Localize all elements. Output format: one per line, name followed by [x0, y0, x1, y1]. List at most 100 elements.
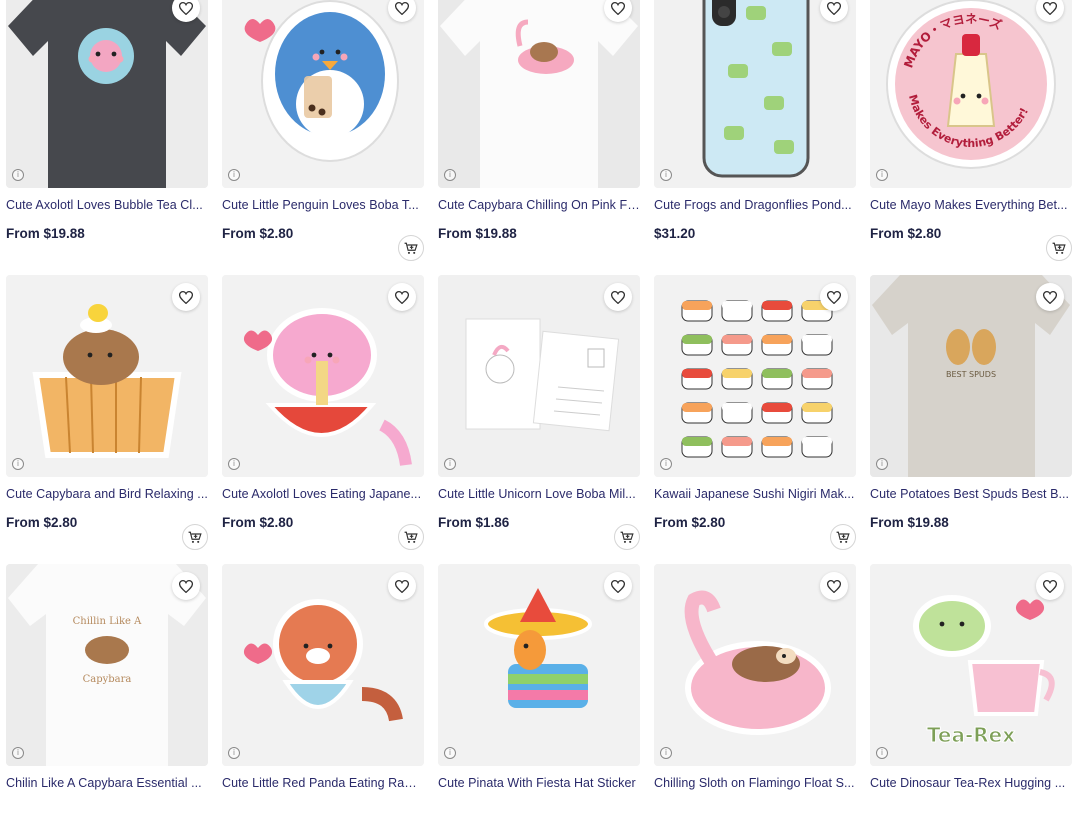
- add-to-cart-button[interactable]: [614, 524, 640, 550]
- product-card[interactable]: i Cute Little Penguin Loves Boba T... Fr…: [222, 0, 424, 261]
- product-image[interactable]: i: [438, 0, 640, 188]
- product-price: From $2.80: [654, 515, 726, 530]
- product-title[interactable]: Cute Axolotl Loves Bubble Tea Cl...: [6, 198, 208, 212]
- product-card[interactable]: i Cute Axolotl Loves Eating Japane... Fr…: [222, 275, 424, 550]
- product-title[interactable]: Cute Mayo Makes Everything Bet...: [870, 198, 1072, 212]
- add-to-cart-button[interactable]: [398, 524, 424, 550]
- info-icon[interactable]: i: [876, 747, 888, 759]
- product-card[interactable]: i Cute Pinata With Fiesta Hat Sticker: [438, 564, 640, 839]
- favorite-button[interactable]: [388, 283, 416, 311]
- info-icon[interactable]: i: [12, 458, 24, 470]
- product-image[interactable]: i: [438, 275, 640, 477]
- product-card[interactable]: Tea-Rex i Cute Dinosaur Tea-Rex Hugging …: [870, 564, 1072, 839]
- favorite-button[interactable]: [388, 572, 416, 600]
- info-icon[interactable]: i: [660, 169, 672, 181]
- product-artwork: [6, 0, 208, 188]
- info-icon[interactable]: i: [228, 169, 240, 181]
- heart-icon: [611, 290, 625, 304]
- product-price: From $2.80: [6, 515, 78, 530]
- cart-plus-icon: [404, 531, 418, 543]
- heart-icon: [827, 1, 841, 15]
- product-card[interactable]: MAYO・マヨネーズ Makes Everything Better! i Cut…: [870, 0, 1072, 261]
- info-icon[interactable]: i: [660, 458, 672, 470]
- product-title[interactable]: Chilin Like A Capybara Essential ...: [6, 776, 208, 790]
- info-icon[interactable]: i: [228, 747, 240, 759]
- product-artwork: MAYO・マヨネーズMakes Everything Better!: [870, 0, 1072, 188]
- product-image[interactable]: Tea-Rex i: [870, 564, 1072, 766]
- product-title[interactable]: Cute Axolotl Loves Eating Japane...: [222, 487, 424, 501]
- product-image[interactable]: BEST SPUDS i: [870, 275, 1072, 477]
- product-title[interactable]: Cute Capybara Chilling On Pink Fl...: [438, 198, 640, 212]
- info-icon[interactable]: i: [444, 458, 456, 470]
- product-image[interactable]: Chillin Like A Capybara i: [6, 564, 208, 766]
- product-card[interactable]: i Cute Capybara Chilling On Pink Fl... F…: [438, 0, 640, 261]
- add-to-cart-button[interactable]: [398, 235, 424, 261]
- info-icon[interactable]: i: [876, 458, 888, 470]
- info-icon[interactable]: i: [444, 169, 456, 181]
- favorite-button[interactable]: [1036, 572, 1064, 600]
- add-to-cart-button[interactable]: [1046, 235, 1072, 261]
- product-card[interactable]: Chillin Like A Capybara i Chilin Like A C…: [6, 564, 208, 839]
- heart-icon: [395, 579, 409, 593]
- product-price: From $19.88: [438, 226, 517, 241]
- product-price: $31.20: [654, 226, 696, 241]
- product-image[interactable]: i: [438, 564, 640, 766]
- product-card[interactable]: BEST SPUDS i Cute Potatoes Best Spuds Be…: [870, 275, 1072, 550]
- info-icon[interactable]: i: [228, 458, 240, 470]
- favorite-button[interactable]: [604, 572, 632, 600]
- product-grid: i Cute Axolotl Loves Bubble Tea Cl... Fr…: [0, 0, 1080, 839]
- product-artwork: [438, 0, 640, 188]
- cart-plus-icon: [404, 242, 418, 254]
- product-image[interactable]: i: [222, 564, 424, 766]
- heart-icon: [1043, 1, 1057, 15]
- favorite-button[interactable]: [604, 283, 632, 311]
- product-image[interactable]: i: [222, 275, 424, 477]
- product-price: From $2.80: [222, 226, 294, 241]
- product-price: From $19.88: [6, 226, 85, 241]
- product-card[interactable]: i Cute Frogs and Dragonflies Pond... $31…: [654, 0, 856, 261]
- svg-text:Chillin Like A: Chillin Like A: [73, 616, 142, 627]
- favorite-button[interactable]: [820, 572, 848, 600]
- add-to-cart-button[interactable]: [830, 524, 856, 550]
- product-image[interactable]: i: [6, 275, 208, 477]
- product-title[interactable]: Cute Frogs and Dragonflies Pond...: [654, 198, 856, 212]
- favorite-button[interactable]: [820, 283, 848, 311]
- add-to-cart-button[interactable]: [182, 524, 208, 550]
- heart-icon: [1043, 290, 1057, 304]
- info-icon[interactable]: i: [444, 747, 456, 759]
- product-card[interactable]: i Cute Little Red Panda Eating Ram...: [222, 564, 424, 839]
- product-title[interactable]: Cute Little Penguin Loves Boba T...: [222, 198, 424, 212]
- product-title[interactable]: Cute Dinosaur Tea-Rex Hugging ...: [870, 776, 1072, 790]
- product-price: From $19.88: [870, 515, 949, 530]
- product-image[interactable]: i: [6, 0, 208, 188]
- svg-text:Capybara: Capybara: [83, 674, 132, 685]
- product-image[interactable]: MAYO・マヨネーズ Makes Everything Better! i: [870, 0, 1072, 188]
- info-icon[interactable]: i: [876, 169, 888, 181]
- product-title[interactable]: Cute Pinata With Fiesta Hat Sticker: [438, 776, 640, 790]
- heart-icon: [611, 579, 625, 593]
- info-icon[interactable]: i: [12, 747, 24, 759]
- favorite-button[interactable]: [1036, 283, 1064, 311]
- product-card[interactable]: i Cute Little Unicorn Love Boba Mil... F…: [438, 275, 640, 550]
- favorite-button[interactable]: [172, 572, 200, 600]
- product-title[interactable]: Cute Capybara and Bird Relaxing ...: [6, 487, 208, 501]
- product-card[interactable]: i Kawaii Japanese Sushi Nigiri Mak... Fr…: [654, 275, 856, 550]
- favorite-button[interactable]: [172, 283, 200, 311]
- product-title[interactable]: Chilling Sloth on Flamingo Float S...: [654, 776, 856, 790]
- product-image[interactable]: i: [654, 0, 856, 188]
- heart-icon: [395, 290, 409, 304]
- product-title[interactable]: Cute Little Red Panda Eating Ram...: [222, 776, 424, 790]
- product-title[interactable]: Cute Potatoes Best Spuds Best B...: [870, 487, 1072, 501]
- product-image[interactable]: i: [654, 564, 856, 766]
- product-card[interactable]: i Cute Capybara and Bird Relaxing ... Fr…: [6, 275, 208, 550]
- product-title[interactable]: Kawaii Japanese Sushi Nigiri Mak...: [654, 487, 856, 501]
- info-icon[interactable]: i: [12, 169, 24, 181]
- product-image[interactable]: i: [222, 0, 424, 188]
- cart-plus-icon: [188, 531, 202, 543]
- info-icon[interactable]: i: [660, 747, 672, 759]
- product-price: From $1.86: [438, 515, 510, 530]
- product-card[interactable]: i Chilling Sloth on Flamingo Float S...: [654, 564, 856, 839]
- product-image[interactable]: i: [654, 275, 856, 477]
- product-card[interactable]: i Cute Axolotl Loves Bubble Tea Cl... Fr…: [6, 0, 208, 261]
- product-title[interactable]: Cute Little Unicorn Love Boba Mil...: [438, 487, 640, 501]
